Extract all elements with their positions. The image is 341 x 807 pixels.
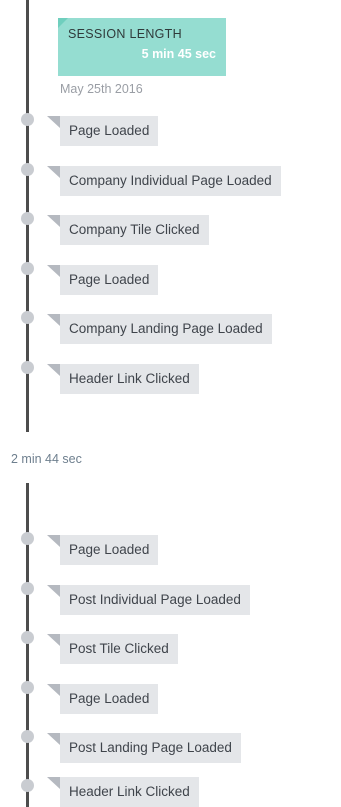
event-flag-icon — [47, 364, 60, 376]
timeline-dot — [21, 311, 34, 324]
time-gap-label: 2 min 44 sec — [11, 452, 82, 466]
event-label: Post Landing Page Loaded — [60, 733, 241, 763]
timeline-dot — [21, 212, 34, 225]
session-length-value: 5 min 45 sec — [141, 47, 216, 61]
event-label: Page Loaded — [60, 535, 159, 565]
event-flag-icon — [47, 215, 60, 227]
event-label: Page Loaded — [60, 684, 159, 714]
timeline-dot — [21, 113, 34, 126]
session-length-card: SESSION LENGTH 5 min 45 sec — [58, 18, 226, 76]
session-length-title: SESSION LENGTH — [68, 27, 182, 41]
event-flag-icon — [47, 116, 60, 128]
event-label: Header Link Clicked — [60, 364, 199, 394]
event-flag-icon — [47, 684, 60, 696]
event-flag-icon — [47, 166, 60, 178]
timeline-dot — [21, 730, 34, 743]
timeline-dot — [21, 163, 34, 176]
event-label: Post Tile Clicked — [60, 634, 178, 664]
session-date: May 25th 2016 — [60, 82, 143, 96]
event-flag-icon — [47, 634, 60, 646]
event-label: Company Landing Page Loaded — [60, 314, 272, 344]
event-label: Page Loaded — [60, 116, 159, 146]
timeline-dot — [21, 532, 34, 545]
timeline-dot — [21, 631, 34, 644]
event-flag-icon — [47, 733, 60, 745]
event-label: Post Individual Page Loaded — [60, 585, 250, 615]
timeline-dot — [21, 361, 34, 374]
event-label: Company Individual Page Loaded — [60, 166, 281, 196]
timeline-dot — [21, 262, 34, 275]
timeline-dot — [21, 681, 34, 694]
timeline-dot — [21, 779, 34, 792]
card-fold-corner — [58, 18, 68, 28]
event-flag-icon — [47, 265, 60, 277]
event-flag-icon — [47, 314, 60, 326]
session-timeline: SESSION LENGTH 5 min 45 sec May 25th 201… — [0, 0, 341, 807]
event-flag-icon — [47, 535, 60, 547]
event-flag-icon — [47, 585, 60, 597]
event-label: Header Link Clicked — [60, 777, 199, 807]
timeline-dot — [21, 582, 34, 595]
event-flag-icon — [47, 777, 60, 789]
event-label: Page Loaded — [60, 265, 159, 295]
event-label: Company Tile Clicked — [60, 215, 209, 245]
